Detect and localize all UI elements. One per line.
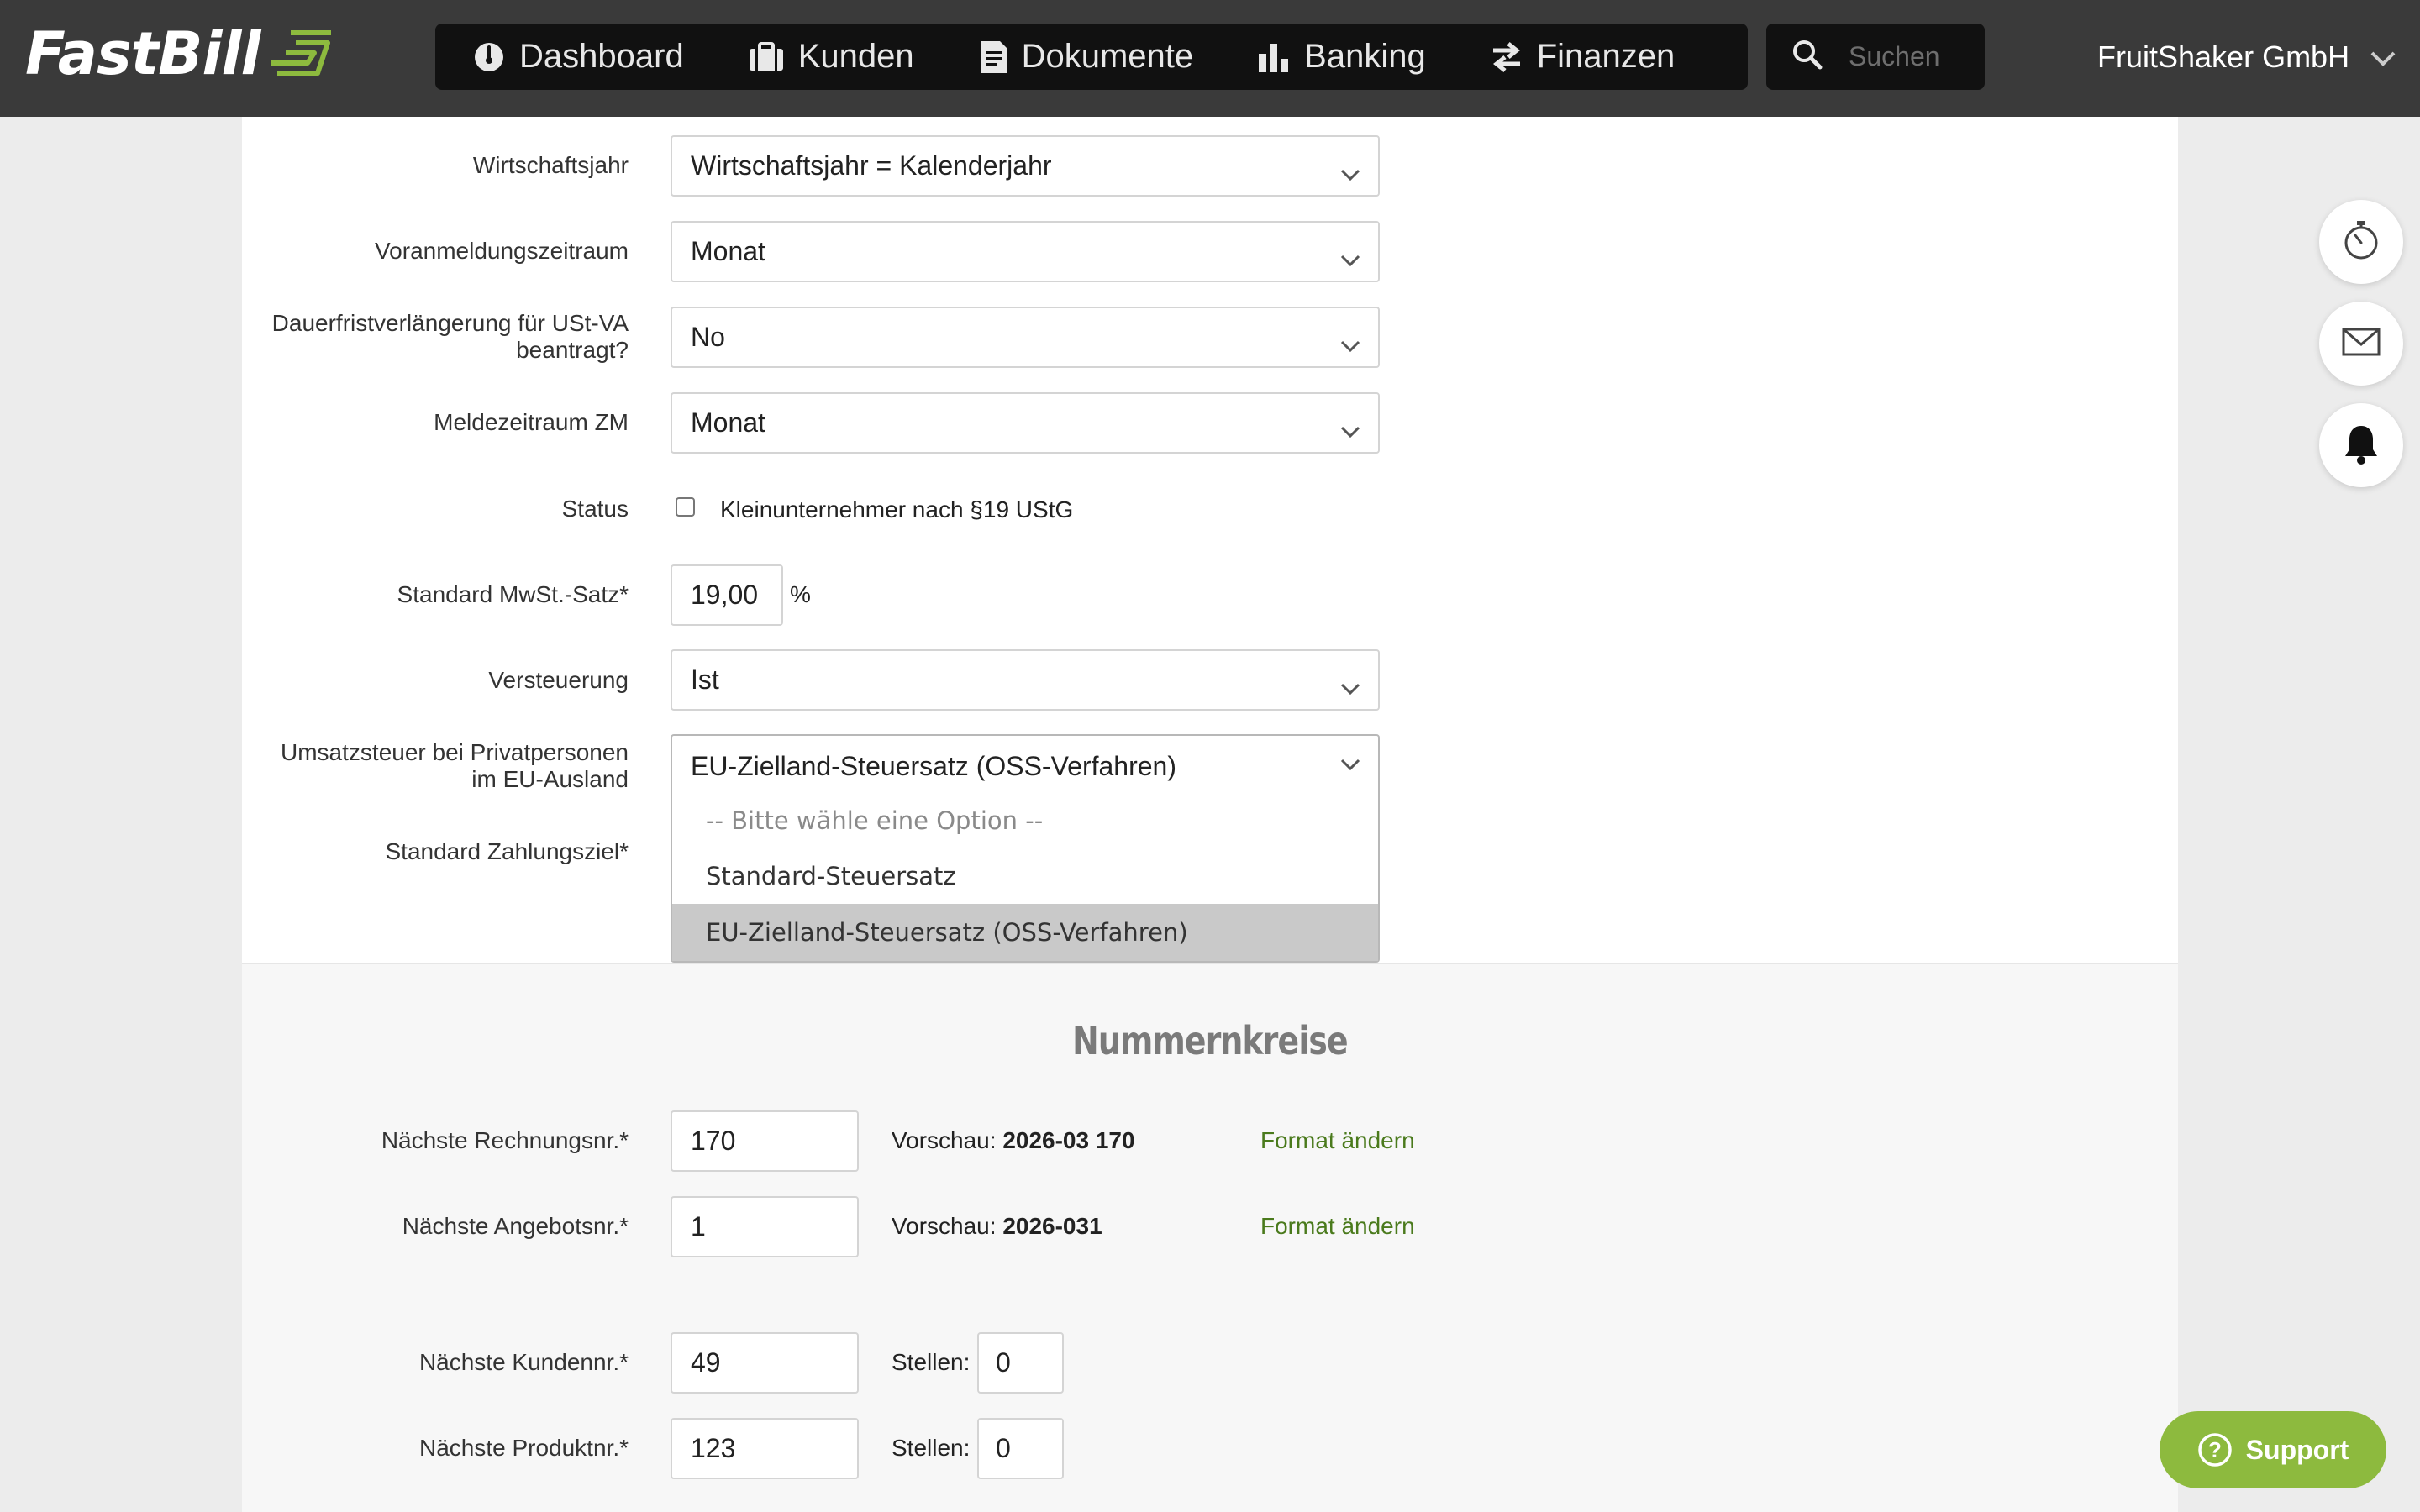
wirtschaftsjahr-select[interactable]: Wirtschaftsjahr = Kalenderjahr (671, 135, 1380, 197)
dauerfrist-select[interactable]: No (671, 307, 1380, 368)
top-bar: FastBill Dashboard Kunden Dokumente Bank… (0, 0, 2420, 117)
bell-icon (2343, 423, 2380, 469)
angebotsnr-label: Nächste Angebotsnr.* (402, 1213, 629, 1239)
chevron-down-icon (1339, 328, 1361, 360)
rechnung-format-link[interactable]: Format ändern (1260, 1127, 1415, 1154)
wirtschaftsjahr-label: Wirtschaftsjahr (472, 152, 629, 178)
company-name: FruitShaker GmbH (2097, 39, 2350, 74)
dropdown-option-placeholder[interactable]: -- Bitte wähle eine Option -- (672, 793, 1378, 848)
nav-item-dashboard[interactable]: Dashboard (435, 24, 711, 90)
search-input[interactable] (1849, 41, 1975, 72)
dauerfrist-label-line1: Dauerfristverlängerung für USt-VA (271, 310, 629, 336)
privatpersonen-label-line2: im EU-Ausland (471, 766, 629, 792)
nav-item-dokumente[interactable]: Dokumente (941, 24, 1221, 90)
nav-label-dokumente: Dokumente (1021, 38, 1194, 75)
kundennr-label: Nächste Kundennr.* (418, 1349, 629, 1375)
mwst-input[interactable]: 19,00 (671, 564, 783, 626)
kleinunternehmer-label: Kleinunternehmer nach §19 UStG (720, 496, 1074, 522)
logo-text: FastBill (25, 19, 260, 88)
dauerfrist-label: Dauerfristverlängerung für USt-VA beantr… (192, 310, 629, 364)
nav-item-banking[interactable]: Banking (1220, 24, 1453, 90)
meldezeitraum-select[interactable]: Monat (671, 392, 1380, 454)
voranmeldung-label: Voranmeldungszeitraum (375, 238, 629, 264)
zahlungsziel-label: Standard Zahlungsziel* (385, 838, 629, 864)
dropdown-option-standard[interactable]: Standard-Steuersatz (672, 848, 1378, 904)
nav-label-banking: Banking (1304, 38, 1426, 75)
voranmeldung-value: Monat (691, 236, 765, 266)
rechnungsnr-preview: Vorschau: 2026-03 170 (892, 1127, 1135, 1154)
stopwatch-icon (2342, 219, 2381, 265)
chevron-down-icon (1339, 157, 1361, 188)
wirtschaftsjahr-value: Wirtschaftsjahr = Kalenderjahr (691, 150, 1052, 181)
voranmeldung-select[interactable]: Monat (671, 221, 1380, 282)
support-label: Support (2245, 1434, 2349, 1465)
mail-button[interactable] (2319, 302, 2403, 386)
preview-value: 2026-031 (1002, 1213, 1102, 1239)
chevron-down-icon (1339, 758, 1361, 775)
nav-label-dashboard: Dashboard (519, 38, 684, 75)
fastbill-logo[interactable]: FastBill (25, 19, 333, 88)
produktnr-input[interactable]: 123 (671, 1418, 859, 1479)
document-icon (978, 39, 1008, 75)
kunde-stellen-label: Stellen: (892, 1349, 971, 1375)
mwst-unit: % (790, 581, 811, 607)
produkt-stellen-input[interactable]: 0 (977, 1418, 1064, 1479)
nav-label-kunden: Kunden (797, 38, 914, 75)
chevron-down-icon (1339, 243, 1361, 274)
rechnungsnr-label: Nächste Rechnungsnr.* (381, 1127, 629, 1153)
privatpersonen-label: Umsatzsteuer bei Privatpersonen im EU-Au… (192, 739, 629, 793)
kundennr-input[interactable]: 49 (671, 1332, 859, 1394)
produktnr-label: Nächste Produktnr.* (418, 1435, 629, 1461)
rechnungsnr-input[interactable]: 170 (671, 1110, 859, 1172)
notifications-button[interactable] (2319, 403, 2403, 487)
meldezeitraum-label: Meldezeitraum ZM (434, 409, 629, 435)
chevron-down-icon (1339, 671, 1361, 702)
versteuerung-select[interactable]: Ist (671, 649, 1380, 711)
privatpersonen-label-line1: Umsatzsteuer bei Privatpersonen (281, 739, 629, 765)
svg-text:?: ? (2208, 1437, 2222, 1462)
produkt-stellen-label: Stellen: (892, 1435, 971, 1461)
versteuerung-value: Ist (691, 664, 719, 695)
dauerfrist-label-line2: beantragt? (516, 337, 629, 363)
gauge-icon (472, 40, 506, 74)
chevron-down-icon (2370, 39, 2396, 75)
angebotsnr-input[interactable]: 1 (671, 1196, 859, 1257)
privatpersonen-dropdown[interactable]: EU-Zielland-Steuersatz (OSS-Verfahren) -… (671, 734, 1380, 963)
preview-value: 2026-03 170 (1002, 1127, 1135, 1153)
meldezeitraum-value: Monat (691, 407, 765, 438)
angebotsnr-preview: Vorschau: 2026-031 (892, 1213, 1102, 1240)
search-icon[interactable] (1791, 39, 1823, 75)
angebot-format-link[interactable]: Format ändern (1260, 1213, 1415, 1240)
chevron-down-icon (1339, 414, 1361, 445)
timer-button[interactable] (2319, 200, 2403, 284)
mwst-label: Standard MwSt.-Satz* (397, 581, 629, 607)
preview-label: Vorschau: (892, 1213, 997, 1239)
nav-label-finanzen: Finanzen (1536, 38, 1676, 75)
bar-chart-icon (1257, 42, 1291, 72)
privatpersonen-value: EU-Zielland-Steuersatz (OSS-Verfahren) (691, 751, 1176, 781)
search-box (1766, 24, 1985, 90)
dropdown-option-eu-zielland[interactable]: EU-Zielland-Steuersatz (OSS-Verfahren) (672, 904, 1378, 961)
transfer-arrows-icon (1490, 40, 1523, 74)
logo-mark-icon (266, 26, 333, 82)
company-switcher[interactable]: FruitShaker GmbH (2097, 32, 2396, 82)
dauerfrist-value: No (691, 322, 725, 352)
versteuerung-label: Versteuerung (488, 667, 629, 693)
nav-item-finanzen[interactable]: Finanzen (1453, 24, 1702, 90)
status-label: Status (561, 496, 629, 522)
main-nav: Dashboard Kunden Dokumente Banking Finan… (435, 24, 1748, 90)
kleinunternehmer-checkbox[interactable] (676, 497, 695, 517)
envelope-icon (2342, 328, 2381, 360)
nav-item-kunden[interactable]: Kunden (711, 24, 941, 90)
help-circle-icon: ? (2197, 1432, 2233, 1467)
briefcase-icon (748, 41, 785, 72)
preview-label: Vorschau: (892, 1127, 997, 1153)
kunde-stellen-input[interactable]: 0 (977, 1332, 1064, 1394)
support-button[interactable]: ? Support (2160, 1411, 2386, 1488)
nummernkreise-title: Nummernkreise (1072, 1018, 1348, 1063)
